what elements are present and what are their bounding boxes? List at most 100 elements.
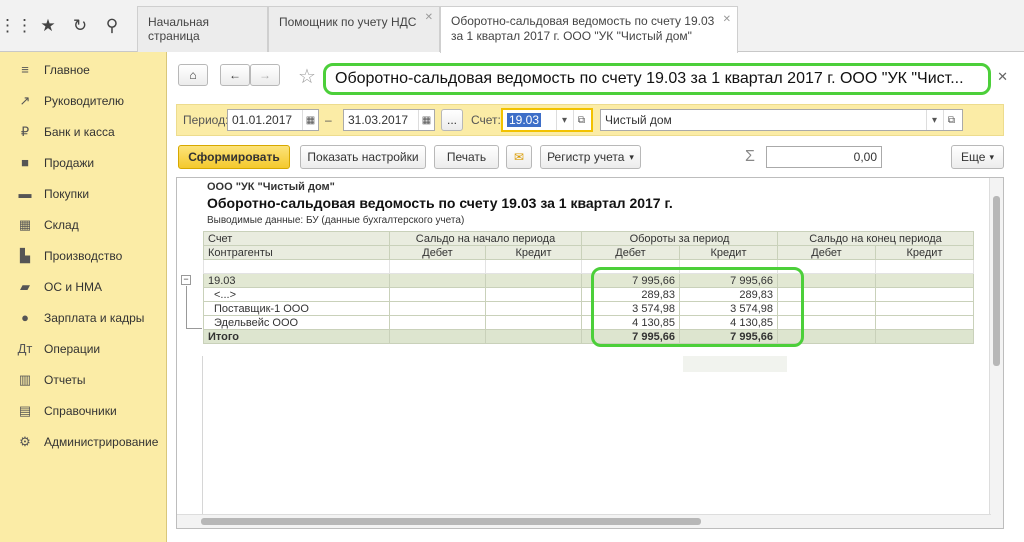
- table-row[interactable]: <...> 289,83 289,83: [203, 287, 974, 302]
- chevron-down-icon: ▾: [629, 151, 634, 162]
- chevron-down-icon[interactable]: ▾: [926, 110, 942, 130]
- table-spacer-row: [203, 259, 974, 274]
- sidebar-item-fixed-assets[interactable]: ▰ ОС и НМА: [0, 271, 166, 302]
- sidebar-item-reports[interactable]: ▥ Отчеты: [0, 364, 166, 395]
- horizontal-scrollbar[interactable]: [177, 514, 991, 528]
- tab-label: Начальная страница: [148, 15, 210, 43]
- sidebar-item-label: Руководителю: [44, 93, 125, 108]
- menu-icon: ≡: [21, 62, 29, 77]
- report-icon: ▥: [18, 371, 32, 387]
- sidebar-item-operations[interactable]: Дт Операции: [0, 333, 166, 364]
- sidebar-item-admin[interactable]: ⚙ Администрирование: [0, 426, 166, 457]
- sidebar-item-production[interactable]: ▙ Производство: [0, 240, 166, 271]
- cell-close-credit: [875, 315, 974, 330]
- more-label: Еще: [961, 150, 986, 164]
- vertical-scrollbar[interactable]: [989, 178, 1003, 528]
- cell-open-debit: [389, 315, 486, 330]
- search-icon[interactable]: ⚲: [96, 0, 128, 52]
- tab-vat-assistant[interactable]: Помощник по учету НДС ✕: [268, 6, 440, 52]
- collapse-group-icon[interactable]: −: [181, 275, 191, 285]
- table-row-total[interactable]: Итого 7 995,66 7 995,66: [203, 329, 974, 344]
- page-title: Оборотно-сальдовая ведомость по счету 19…: [323, 63, 991, 95]
- show-settings-button[interactable]: Показать настройки: [300, 145, 426, 169]
- sidebar-item-sales[interactable]: ■ Продажи: [0, 147, 166, 178]
- print-button[interactable]: Печать: [434, 145, 499, 169]
- close-tab-icon[interactable]: ✕: [723, 12, 731, 27]
- table-row[interactable]: Поставщик-1 ООО 3 574,98 3 574,98: [203, 301, 974, 316]
- tab-home[interactable]: Начальная страница: [137, 6, 268, 52]
- generate-button[interactable]: Сформировать: [178, 145, 290, 169]
- col-closing-header: Сальдо на конец периода: [777, 231, 974, 246]
- close-icon[interactable]: ✕: [997, 69, 1008, 85]
- sidebar-item-label: Банк и касса: [44, 124, 115, 139]
- star-icon[interactable]: ☆: [298, 64, 316, 89]
- tab-osv-report[interactable]: Оборотно-сальдовая ведомость по счету 19…: [440, 6, 738, 53]
- table-row-group[interactable]: 19.03 7 995,66 7 995,66: [203, 273, 974, 288]
- sidebar-item-salary[interactable]: ● Зарплата и кадры: [0, 302, 166, 333]
- sidebar-item-label: Зарплата и кадры: [44, 310, 145, 325]
- chevron-down-icon: ▾: [989, 151, 994, 162]
- favorites-star-icon[interactable]: ★: [32, 0, 64, 52]
- book-icon: ▤: [18, 402, 32, 418]
- register-label: Регистр учета: [547, 150, 625, 164]
- period-select-button[interactable]: ...: [441, 109, 463, 131]
- cell-open-debit: [389, 273, 486, 288]
- row-name: Поставщик-1 ООО: [203, 301, 390, 316]
- open-icon[interactable]: ⧉: [943, 110, 959, 130]
- tab-label-line1: Оборотно-сальдовая ведомость по счету 19…: [451, 14, 715, 28]
- cell-open-debit: [389, 329, 486, 344]
- scroll-thumb[interactable]: [201, 518, 701, 525]
- cell-open-credit: [485, 287, 582, 302]
- top-icons: ⋮⋮ ★ ↻ ⚲: [0, 0, 137, 52]
- col-opening-header: Сальдо на начало периода: [389, 231, 582, 246]
- column-divider: [202, 356, 203, 516]
- home-icon: ⌂: [189, 68, 197, 82]
- sum-value: 0,00: [853, 150, 877, 164]
- sidebar-item-label: Покупки: [44, 186, 90, 201]
- sidebar-item-catalogs[interactable]: ▤ Справочники: [0, 395, 166, 426]
- account-label: Счет:: [471, 113, 501, 127]
- organization-field[interactable]: Чистый дом: [600, 109, 963, 131]
- sidebar-item-label: Справочники: [44, 403, 117, 418]
- cell-open-credit: [485, 329, 582, 344]
- report-org: ООО "УК "Чистый дом": [207, 181, 335, 193]
- open-icon[interactable]: ⧉: [573, 110, 589, 130]
- col-credit-header: Кредит: [679, 245, 778, 260]
- chart-icon: ↗: [19, 92, 31, 108]
- home-button[interactable]: ⌂: [178, 64, 208, 86]
- col-credit-header: Кредит: [875, 245, 974, 260]
- sidebar-item-manager[interactable]: ↗ Руководителю: [0, 85, 166, 116]
- apps-grid-icon[interactable]: ⋮⋮: [0, 0, 33, 52]
- email-button[interactable]: ✉: [506, 145, 532, 169]
- arrow-right-icon: →: [259, 68, 271, 82]
- envelope-icon: ✉: [513, 150, 525, 164]
- calendar-icon[interactable]: ▦: [418, 110, 434, 130]
- cell-open-credit: [485, 273, 582, 288]
- scroll-thumb[interactable]: [993, 196, 1000, 366]
- ruble-icon: ₽: [20, 123, 30, 139]
- cell-close-credit: [875, 329, 974, 344]
- back-button[interactable]: ←: [220, 64, 250, 86]
- table-row[interactable]: Эдельвейс ООО 4 130,85 4 130,85: [203, 315, 974, 330]
- chevron-down-icon[interactable]: ▾: [556, 110, 572, 130]
- col-debit-header: Дебет: [581, 245, 680, 260]
- highlight-frame: [591, 267, 804, 347]
- tree-line: [186, 328, 202, 329]
- report-area: ООО "УК "Чистый дом" Оборотно-сальдовая …: [176, 177, 1004, 529]
- history-icon[interactable]: ↻: [64, 0, 96, 52]
- close-tab-icon[interactable]: ✕: [425, 12, 433, 23]
- forward-button[interactable]: →: [250, 64, 280, 86]
- sidebar-item-bank[interactable]: ₽ Банк и касса: [0, 116, 166, 147]
- more-button[interactable]: Еще ▾: [951, 145, 1004, 169]
- selection-shadow: [683, 356, 787, 372]
- register-button[interactable]: Регистр учета ▾: [540, 145, 641, 169]
- report-output-settings: Выводимые данные: БУ (данные бухгалтерск…: [207, 215, 465, 226]
- sidebar-item-label: Администрирование: [44, 434, 159, 449]
- col-debit-header: Дебет: [777, 245, 876, 260]
- sidebar-item-purchases[interactable]: ▬ Покупки: [0, 178, 166, 209]
- sidebar-item-main[interactable]: ≡ Главное: [0, 54, 166, 85]
- period-dash: –: [325, 113, 332, 127]
- col-contractors-header: Контрагенты: [203, 245, 390, 260]
- calendar-icon[interactable]: ▦: [302, 110, 318, 130]
- sidebar-item-warehouse[interactable]: ▦ Склад: [0, 209, 166, 240]
